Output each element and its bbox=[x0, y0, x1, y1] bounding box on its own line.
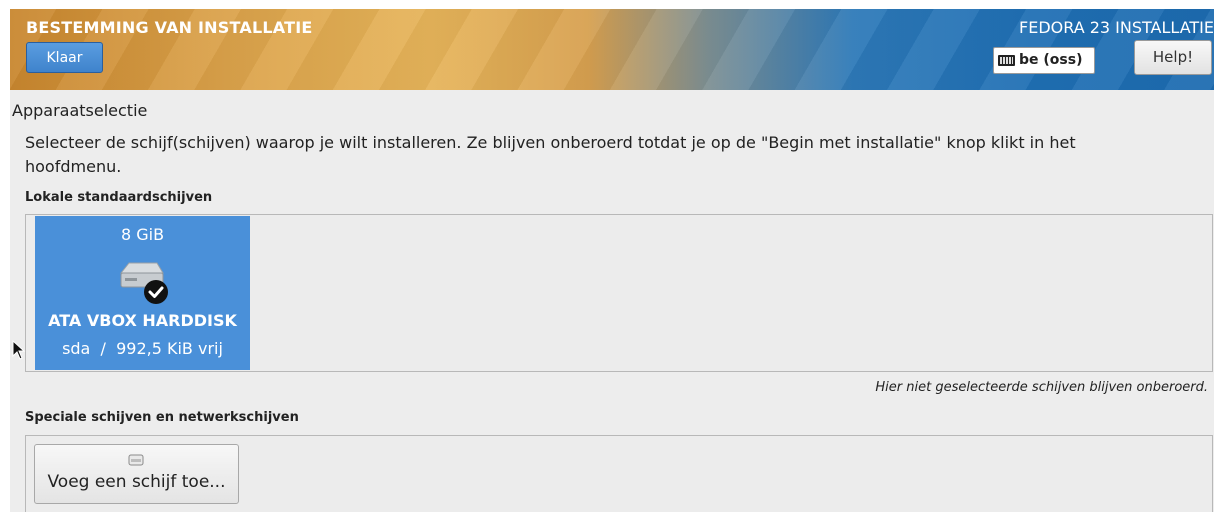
spoke-title: BESTEMMING VAN INSTALLATIE bbox=[26, 18, 313, 37]
device-selection-description: Selecteer de schijf(schijven) waarop je … bbox=[25, 133, 1076, 176]
mouse-pointer-icon bbox=[12, 340, 26, 360]
unselected-disks-hint: Hier niet geselecteerde schijven blijven… bbox=[875, 380, 1208, 395]
disk-size: 8 GiB bbox=[120, 225, 165, 244]
disk-tile-sda[interactable]: 8 GiB ATA VBOX HARDDISK sda / 992,5 KiB … bbox=[35, 216, 250, 370]
local-disks-area: 8 GiB ATA VBOX HARDDISK sda / 992,5 KiB … bbox=[25, 214, 1213, 372]
product-title: FEDORA 23 INSTALLATIE bbox=[1019, 18, 1214, 37]
disk-device: sda bbox=[62, 339, 91, 358]
disk-add-icon bbox=[128, 454, 144, 466]
local-disks-label: Lokale standaardschijven bbox=[25, 190, 213, 205]
harddisk-checked-icon bbox=[119, 262, 168, 304]
add-disk-label: Voeg een schijf toe... bbox=[47, 472, 226, 492]
done-button[interactable]: Klaar bbox=[26, 42, 103, 73]
disk-separator: / bbox=[100, 339, 106, 358]
keyboard-layout-indicator[interactable]: be (oss) bbox=[993, 47, 1095, 74]
keyboard-layout-label: be (oss) bbox=[1019, 52, 1083, 68]
help-button[interactable]: Help! bbox=[1134, 40, 1212, 75]
add-disk-button[interactable]: Voeg een schijf toe... bbox=[34, 444, 239, 504]
disk-info: sda / 992,5 KiB vrij bbox=[35, 339, 250, 358]
spoke-header: BESTEMMING VAN INSTALLATIE Klaar FEDORA … bbox=[10, 9, 1214, 90]
installer-window: BESTEMMING VAN INSTALLATIE Klaar FEDORA … bbox=[10, 9, 1214, 512]
device-selection-title: Apparaatselectie bbox=[12, 101, 148, 120]
keyboard-icon bbox=[998, 55, 1015, 66]
special-disks-label: Speciale schijven en netwerkschijven bbox=[25, 410, 299, 425]
special-disks-area: Voeg een schijf toe... bbox=[25, 435, 1213, 512]
disk-free-space: 992,5 KiB vrij bbox=[116, 339, 223, 358]
disk-name: ATA VBOX HARDDISK bbox=[48, 311, 237, 330]
